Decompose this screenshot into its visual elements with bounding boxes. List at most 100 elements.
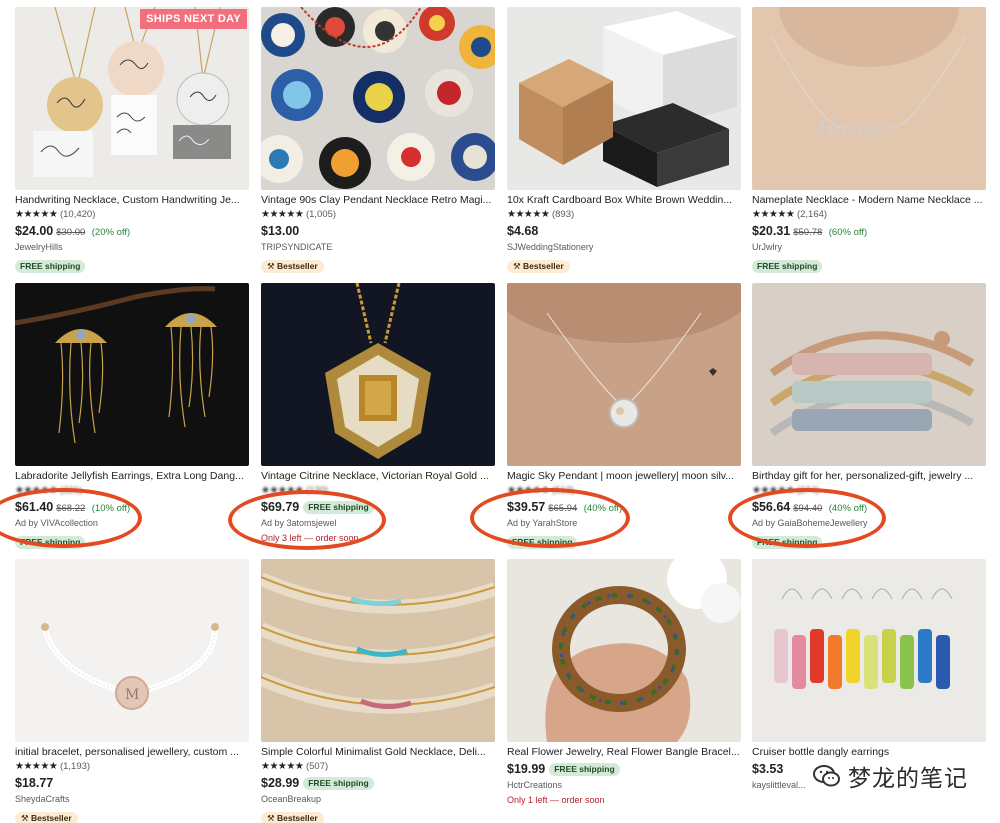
product-image[interactable]: SHIPS NEXT DAY [15,7,249,190]
star-icon: ★★★★★ [752,209,795,220]
shop-name[interactable]: Ad by YarahStore [507,517,741,529]
product-image[interactable] [752,283,986,466]
product-title[interactable]: Real Flower Jewelry, Real Flower Bangle … [507,746,741,759]
price: $13.00 [261,224,300,238]
watermark-text: 梦龙的笔记 [848,766,968,792]
shop-name[interactable]: JewelryHills [15,241,249,253]
price-line: $13.00 [261,223,495,239]
price: $69.79 [261,500,300,514]
product-image[interactable] [15,283,249,466]
product-card[interactable]: Vintage Citrine Necklace, Victorian Roya… [261,283,495,544]
product-image[interactable] [261,7,495,190]
star-icon: ★★★★★ [752,485,795,496]
review-count: (10,420) [59,209,96,220]
free-shipping-badge: FREE shipping [15,260,86,273]
shop-name[interactable]: SheydaCrafts [15,793,249,805]
product-image[interactable] [261,559,495,742]
review-count: (274) [796,485,820,496]
bestseller-label: Bestseller [30,813,72,823]
ships-next-day-badge: SHIPS NEXT DAY [140,9,247,29]
bestseller-label: Bestseller [276,261,318,271]
review-count: (1,005) [305,209,337,220]
product-image[interactable] [507,7,741,190]
original-price: $68.22 [56,503,86,514]
svg-text:Harper: Harper [817,116,893,140]
product-title[interactable]: Vintage Citrine Necklace, Victorian Roya… [261,470,495,483]
product-card[interactable]: SHIPS NEXT DAY Handwriting Necklace, Cus… [15,7,249,273]
price-line: $20.31 $50.78 (60% off) [752,223,986,239]
rating: ★★★★★ (321) [15,485,249,497]
product-card[interactable]: Real Flower Jewelry, Real Flower Bangle … [507,559,741,806]
product-title[interactable]: Birthday gift for her, personalized-gift… [752,470,986,483]
review-count: (1,193) [59,761,91,772]
shop-name[interactable]: HctrCreations [507,779,741,791]
low-stock-notice: Only 1 left — order soon [507,795,605,805]
review-count: (321) [59,485,83,496]
price-line: $19.99 FREE shipping [507,761,741,777]
review-count: (2,164) [796,209,828,220]
price: $20.31 [752,224,791,238]
rating: ★★★★★ (1,193) [15,761,249,773]
product-title[interactable]: Handwriting Necklace, Custom Handwriting… [15,194,249,207]
product-image[interactable] [261,283,495,466]
rating: ★★★★★ (1,005) [261,209,495,221]
product-title[interactable]: Nameplate Necklace - Modern Name Necklac… [752,194,986,207]
product-title[interactable]: initial bracelet, personalised jewellery… [15,746,249,759]
price: $3.53 [752,762,784,776]
product-title[interactable]: Vintage 90s Clay Pendant Necklace Retro … [261,194,495,207]
product-image[interactable]: M [15,559,249,742]
shop-name[interactable]: SJWeddingStationery [507,241,741,253]
star-icon: ★★★★★ [507,209,550,220]
original-price: $94.40 [793,503,823,514]
shop-name[interactable]: UrJwlry [752,241,986,253]
product-title[interactable]: 10x Kraft Cardboard Box White Brown Wedd… [507,194,741,207]
star-icon: ★★★★★ [15,761,58,772]
free-shipping-badge: FREE shipping [15,536,86,549]
product-title[interactable]: Labradorite Jellyfish Earrings, Extra Lo… [15,470,249,483]
discount: (10% off) [91,503,131,514]
product-card[interactable]: Vintage 90s Clay Pendant Necklace Retro … [261,7,495,273]
product-title[interactable]: Cruiser bottle dangly earrings [752,746,986,759]
product-card[interactable]: M initial bracelet, personalised jewelle… [15,559,249,823]
product-image[interactable] [507,559,741,742]
price-line: $56.64 $94.40 (40% off) [752,499,986,515]
shop-name[interactable]: TRIPSYNDICATE [261,241,495,253]
shop-name[interactable]: OceanBreakup [261,793,495,805]
bestseller-badge: ⚒ Bestseller [261,812,324,823]
product-card[interactable]: Birthday gift for her, personalized-gift… [752,283,986,549]
star-icon: ★★★★★ [15,485,58,496]
wechat-icon [813,765,840,787]
rating: ★★★★★ (893) [507,209,741,221]
shop-name[interactable]: Ad by GaiaBohemeJewellery [752,517,986,529]
price: $24.00 [15,224,54,238]
bestseller-badge: ⚒ Bestseller [15,812,78,823]
price-line: $39.57 $65.94 (40% off) [507,499,741,515]
product-card[interactable]: 10x Kraft Cardboard Box White Brown Wedd… [507,7,741,273]
product-grid: SHIPS NEXT DAY Handwriting Necklace, Cus… [0,0,1000,823]
price: $39.57 [507,500,546,514]
free-shipping-badge: FREE shipping [303,777,374,790]
product-card[interactable]: Labradorite Jellyfish Earrings, Extra Lo… [15,283,249,549]
discount: (40% off) [583,503,623,514]
rating: ★★★★★ (512) [507,485,741,497]
product-card[interactable]: Cruiser bottle dangly earrings $3.53 kay… [752,559,986,791]
product-card[interactable]: Simple Colorful Minimalist Gold Necklace… [261,559,495,823]
price: $56.64 [752,500,791,514]
price-line: $69.79 FREE shipping [261,499,495,515]
product-image[interactable]: Harper [752,7,986,190]
shop-name[interactable]: Ad by 3atomsjewel [261,517,495,529]
product-title[interactable]: Simple Colorful Minimalist Gold Necklace… [261,746,495,759]
free-shipping-badge: FREE shipping [752,260,823,273]
price: $28.99 [261,776,300,790]
product-title[interactable]: Magic Sky Pendant | moon jewellery| moon… [507,470,741,483]
free-shipping-badge: FREE shipping [303,501,374,514]
shop-name[interactable]: Ad by VIVAcollection [15,517,249,529]
product-image[interactable] [752,559,986,742]
bestseller-label: Bestseller [522,261,564,271]
svg-text:M: M [125,687,139,703]
product-card[interactable]: Harper Nameplate Necklace - Modern Name … [752,7,986,273]
star-icon: ★★★★★ [261,485,304,496]
product-image[interactable] [507,283,741,466]
product-card[interactable]: Magic Sky Pendant | moon jewellery| moon… [507,283,741,549]
bestseller-badge: ⚒ Bestseller [507,260,570,273]
